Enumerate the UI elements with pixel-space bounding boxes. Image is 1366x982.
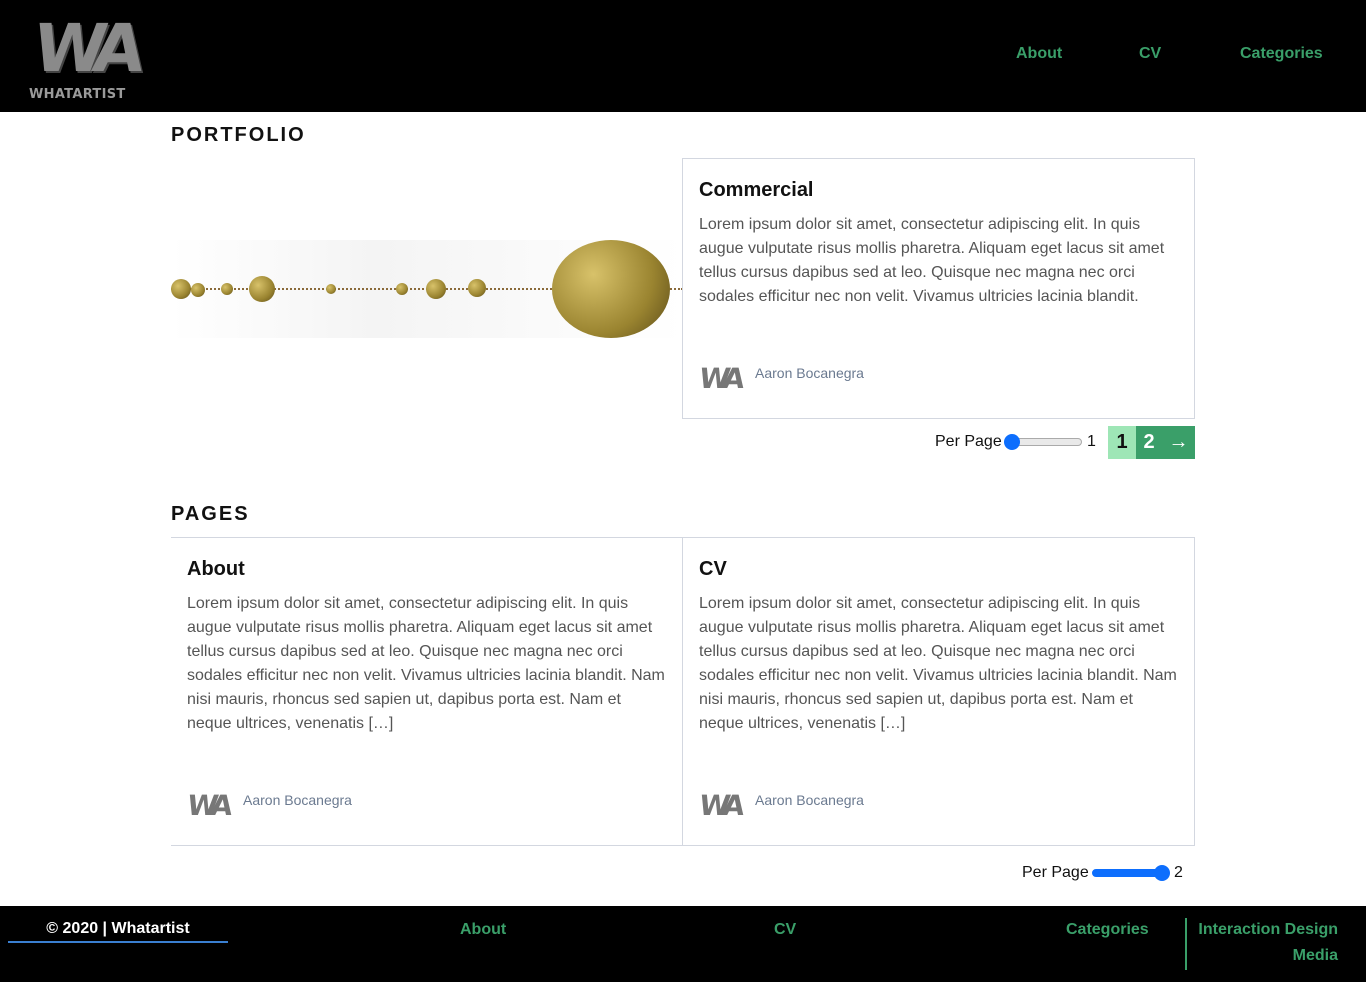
planet [191, 283, 205, 297]
next-arrow-icon[interactable]: → [1162, 426, 1195, 459]
author-name[interactable]: Aaron Bocanegra [755, 365, 864, 402]
slider-thumb[interactable] [1154, 865, 1170, 881]
page-card-about[interactable]: About Lorem ipsum dolor sit amet, consec… [171, 537, 683, 846]
nav-about[interactable]: About [1016, 45, 1062, 63]
per-page-value: 2 [1174, 864, 1183, 881]
large-planet [552, 240, 670, 338]
card-excerpt: Lorem ipsum dolor sit amet, consectetur … [699, 595, 1177, 732]
nav-cv[interactable]: CV [1139, 45, 1161, 63]
logo-mark: WA [28, 10, 141, 87]
card-author: WA Aaron Bocanegra [697, 362, 864, 402]
card-title[interactable]: About [187, 558, 682, 581]
author-name[interactable]: Aaron Bocanegra [243, 792, 352, 829]
per-page-label: Per Page [935, 433, 1002, 450]
footer-link-interaction-design[interactable]: Interaction Design [1198, 921, 1338, 939]
card-title[interactable]: CV [699, 558, 1194, 581]
per-page-slider[interactable] [1092, 865, 1170, 881]
portfolio-heading: PORTFOLIO [171, 124, 306, 146]
pages-heading: PAGES [171, 503, 250, 525]
logo-text: WHATARTIST [29, 87, 126, 102]
planet [171, 279, 191, 299]
footer-link-media[interactable]: Media [1293, 947, 1338, 965]
per-page-label: Per Page [1022, 864, 1089, 881]
card-author: WA Aaron Bocanegra [185, 789, 352, 829]
planet [249, 276, 275, 302]
page-1-button[interactable]: 1 [1108, 426, 1136, 459]
card-excerpt: Lorem ipsum dolor sit amet, consectetur … [187, 595, 665, 732]
author-avatar: WA [697, 362, 742, 395]
author-avatar: WA [185, 789, 230, 822]
footer-link-about[interactable]: About [460, 921, 506, 939]
footer-link-categories[interactable]: Categories [1066, 921, 1149, 939]
per-page-value: 1 [1087, 433, 1096, 450]
card-title[interactable]: Commercial [699, 179, 1194, 202]
footer-divider [1185, 918, 1187, 970]
site-footer: © 2020 | Whatartist About CV Categories … [0, 906, 1366, 982]
planet [221, 283, 233, 295]
page-2-button[interactable]: 2 [1136, 426, 1162, 459]
site-logo[interactable]: WA WHATARTIST [28, 10, 141, 102]
portfolio-image[interactable] [171, 240, 683, 338]
site-header: WA WHATARTIST About CV Categories [0, 0, 1366, 112]
card-excerpt: Lorem ipsum dolor sit amet, consectetur … [699, 216, 1165, 305]
page-card-cv[interactable]: CV Lorem ipsum dolor sit amet, consectet… [682, 537, 1195, 846]
portfolio-card-commercial[interactable]: Commercial Lorem ipsum dolor sit amet, c… [682, 158, 1195, 419]
planet [326, 284, 336, 294]
nav-categories[interactable]: Categories [1240, 45, 1323, 63]
planet [468, 279, 486, 297]
footer-copyright: © 2020 | Whatartist [8, 920, 228, 943]
planet [426, 279, 446, 299]
author-avatar: WA [697, 789, 742, 822]
footer-link-cv[interactable]: CV [774, 921, 796, 939]
slider-thumb[interactable] [1004, 434, 1020, 450]
author-name[interactable]: Aaron Bocanegra [755, 792, 864, 829]
card-author: WA Aaron Bocanegra [697, 789, 864, 829]
per-page-slider[interactable] [1004, 434, 1082, 450]
planet [396, 283, 408, 295]
